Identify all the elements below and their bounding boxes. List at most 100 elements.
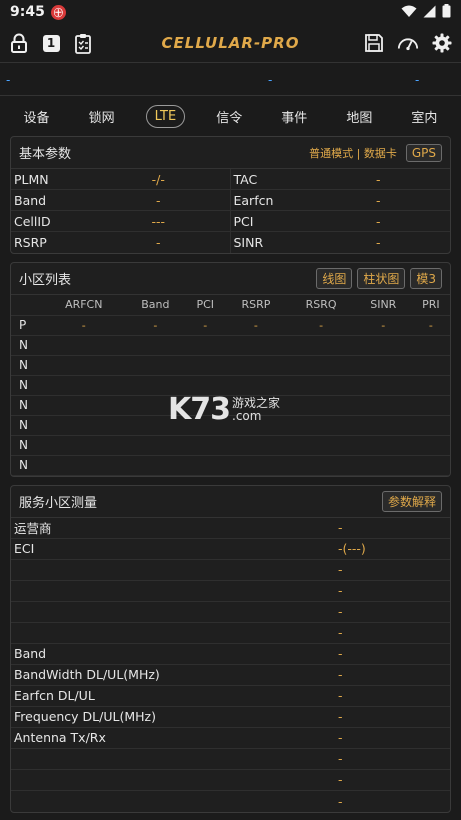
sim-slot-button[interactable]: 1 (40, 32, 62, 54)
list-item: Frequency DL/UL(MHz) - (11, 707, 450, 728)
list-item: - (11, 581, 450, 602)
status-bar: 9:45 ㊉ (0, 0, 461, 24)
cell-value (186, 355, 225, 376)
cell-type: N (11, 395, 43, 416)
list-item: - (11, 560, 450, 581)
tab-lte[interactable]: LTE (145, 104, 186, 128)
gear-icon[interactable] (431, 32, 453, 54)
list-item: Antenna Tx/Rx - (11, 728, 450, 749)
measurement-label: Frequency DL/UL(MHz) (14, 709, 156, 724)
basic-params-header: 基本参数 普通模式 | 数据卡 GPS (11, 137, 450, 169)
list-item: - (11, 791, 450, 812)
measurement-label: 运营商 (14, 521, 52, 536)
cell-value (224, 435, 288, 456)
cell-value (411, 335, 450, 356)
measurement-value: - (338, 751, 343, 766)
cell-value (287, 415, 355, 436)
list-item: - (11, 602, 450, 623)
cell-value (186, 455, 225, 476)
cell-value (43, 455, 125, 476)
cell-value (354, 455, 412, 476)
serving-cell-header: 服务小区测量 参数解释 (11, 486, 450, 518)
cell-value: - (43, 315, 125, 336)
list-item: Band - (11, 644, 450, 665)
cell-value (186, 415, 225, 436)
table-row: N (11, 455, 450, 476)
tab-signaling[interactable]: 信令 (208, 104, 250, 129)
save-icon[interactable] (363, 32, 385, 54)
cell-value: - (287, 315, 355, 336)
serving-cell-title: 服务小区测量 (19, 495, 98, 511)
cell-value: - (224, 315, 288, 336)
tab-lock-network[interactable]: 锁网 (81, 104, 123, 129)
cell-type: N (11, 455, 43, 476)
info-dash-left: - (6, 73, 11, 87)
param-rsrp: RSRP - (11, 232, 231, 253)
app-bar: 1 CELLULAR-PRO (0, 24, 461, 62)
speedometer-icon[interactable] (397, 32, 419, 54)
cell-value (354, 435, 412, 456)
measurement-value: - (338, 667, 343, 682)
list-item: ECI -(---) (11, 539, 450, 560)
cell-value (411, 415, 450, 436)
cell-value (224, 395, 288, 416)
cell-type: N (11, 415, 43, 436)
measurement-label: BandWidth DL/UL(MHz) (14, 667, 160, 682)
info-dash-mid: - (268, 73, 273, 87)
cell-value (287, 355, 355, 376)
measurement-value: -(---) (338, 541, 366, 556)
cell-value (43, 395, 125, 416)
cell-value (224, 355, 288, 376)
measurement-label: Earfcn DL/UL (14, 688, 95, 703)
cell-value (186, 375, 225, 396)
serving-cell-rows: 运营商 - ECI -(---) - - - - Band - BandWidth DL/UL(MH… (11, 518, 450, 812)
clipboard-icon[interactable] (72, 32, 94, 54)
col-header-arfcn: ARFCN (43, 295, 125, 316)
col-header-rsrq: RSRQ (287, 295, 355, 316)
param-cellid: CellID --- (11, 211, 231, 232)
lock-icon[interactable] (8, 32, 30, 54)
table-row: P------- (11, 315, 450, 336)
wifi-icon (401, 3, 417, 22)
tab-indoor[interactable]: 室内 (403, 104, 445, 129)
cell-value (224, 415, 288, 436)
param-explain-button[interactable]: 参数解释 (381, 490, 442, 512)
cell-value (354, 415, 412, 436)
cell-value: - (411, 315, 450, 336)
measurement-label: Antenna Tx/Rx (14, 730, 106, 745)
bar-chart-button[interactable]: 柱状图 (357, 268, 406, 289)
list-item: 运营商 - (11, 518, 450, 539)
cell-value (411, 355, 450, 376)
status-time: 9:45 (10, 4, 45, 20)
table-row: N (11, 415, 450, 436)
measurement-value: - (338, 709, 343, 724)
cell-list-title: 小区列表 (19, 273, 72, 288)
cell-value (411, 435, 450, 456)
mod3-button[interactable]: 模3 (410, 268, 442, 289)
tab-map[interactable]: 地图 (338, 104, 380, 129)
measurement-value: - (338, 625, 343, 640)
cell-value (287, 395, 355, 416)
cell-value (43, 435, 125, 456)
tab-events[interactable]: 事件 (273, 104, 315, 129)
measurement-label: ECI (14, 541, 35, 556)
list-item: - (11, 749, 450, 770)
cell-value (224, 335, 288, 356)
measurement-value: - (338, 772, 343, 787)
cell-value (354, 355, 412, 376)
sim-slot-number: 1 (42, 34, 60, 52)
gps-button[interactable]: GPS (405, 143, 442, 162)
cell-type: N (11, 335, 43, 356)
line-chart-button[interactable]: 线图 (316, 268, 353, 289)
cell-value (124, 395, 187, 416)
col-header-pci: PCI (186, 295, 225, 316)
cell-value (124, 355, 187, 376)
mode-indicator[interactable]: 普通模式 | 数据卡 (309, 145, 397, 161)
table-row: N (11, 355, 450, 376)
cell-value (354, 335, 412, 356)
cell-value (411, 395, 450, 416)
tab-device[interactable]: 设备 (16, 104, 58, 129)
list-item: Earfcn DL/UL - (11, 686, 450, 707)
cell-type: N (11, 375, 43, 396)
cell-value (287, 375, 355, 396)
